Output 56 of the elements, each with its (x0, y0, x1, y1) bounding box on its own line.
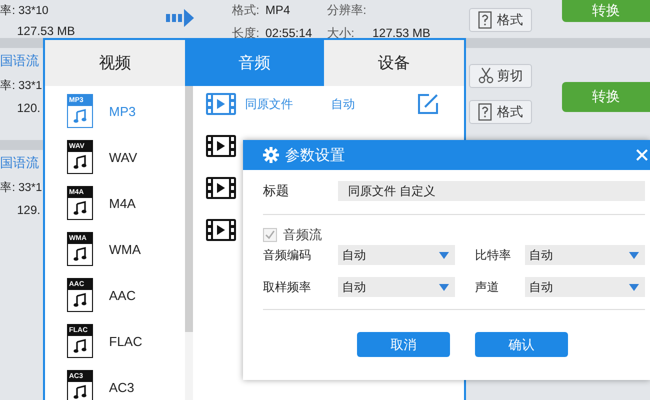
music-note-icon (73, 293, 87, 307)
info-value: MP4 (265, 3, 290, 17)
file-detail: 127.53 MB (16, 24, 76, 38)
preset-row[interactable]: 同原文件 自动 (205, 92, 464, 116)
dialog-button[interactable]: 确认 (475, 332, 568, 357)
scissors-icon (478, 67, 494, 85)
close-icon (636, 149, 648, 161)
caret-icon (439, 284, 449, 290)
music-note-icon (73, 155, 87, 169)
format-tab[interactable]: 视频 (45, 40, 185, 86)
field-label: 标题 (263, 182, 290, 200)
dialog-button[interactable]: 取消 (357, 332, 450, 357)
field-label: 取样频率 (263, 278, 312, 296)
scrollbar-track[interactable] (185, 86, 193, 400)
film-icon (205, 92, 237, 116)
music-note-icon (73, 339, 87, 353)
file-detail: 120. (16, 101, 40, 115)
caret-icon (629, 252, 639, 258)
dropdown[interactable]: 自动 (338, 245, 455, 265)
music-note-icon (73, 385, 87, 399)
format-button[interactable]: 格式 (469, 100, 532, 124)
dialog-title: 参数设置 (285, 146, 345, 164)
settings-icon (263, 147, 279, 163)
check-icon (265, 230, 275, 240)
format-tab[interactable]: 音频 (184, 40, 324, 86)
checkbox-label: 音频流 (283, 226, 322, 244)
file-detail: 率: 33*10 (0, 4, 48, 18)
music-note-icon (73, 109, 87, 123)
arrow-right-icon (166, 8, 194, 28)
cut-button[interactable]: 剪切 (469, 64, 532, 88)
music-note-icon (73, 247, 87, 261)
edit-icon (417, 93, 439, 115)
dropdown[interactable]: 自动 (525, 245, 645, 265)
file-detail: 率: 33*1 (0, 78, 42, 93)
help-document-icon (478, 11, 494, 29)
dropdown[interactable]: 自动 (525, 277, 645, 297)
scrollbar-thumb[interactable] (185, 86, 193, 332)
file-detail: 129. (16, 203, 40, 217)
field-label: 音频编码 (263, 246, 312, 264)
file-detail: 率: 33*1 (0, 180, 42, 195)
music-note-icon (73, 201, 87, 215)
format-tab[interactable]: 设备 (324, 40, 464, 86)
info-value: 127.53 MB (372, 26, 430, 40)
dropdown[interactable]: 自动 (338, 277, 455, 297)
title-field[interactable]: 同原文件 自定义 (338, 181, 645, 201)
info-label: 长度: (232, 26, 260, 40)
caret-icon (439, 252, 449, 258)
help-document-icon (478, 103, 494, 121)
info-label: 分辨率: (327, 3, 366, 17)
field-label: 声道 (474, 278, 500, 296)
info-value: 02:55:14 (265, 26, 312, 40)
caret-icon (629, 284, 639, 290)
info-label: 大小: (327, 26, 354, 40)
format-button[interactable]: 格式 (469, 8, 532, 32)
info-label: 格式: (232, 3, 260, 17)
field-label: 比特率 (474, 246, 512, 264)
